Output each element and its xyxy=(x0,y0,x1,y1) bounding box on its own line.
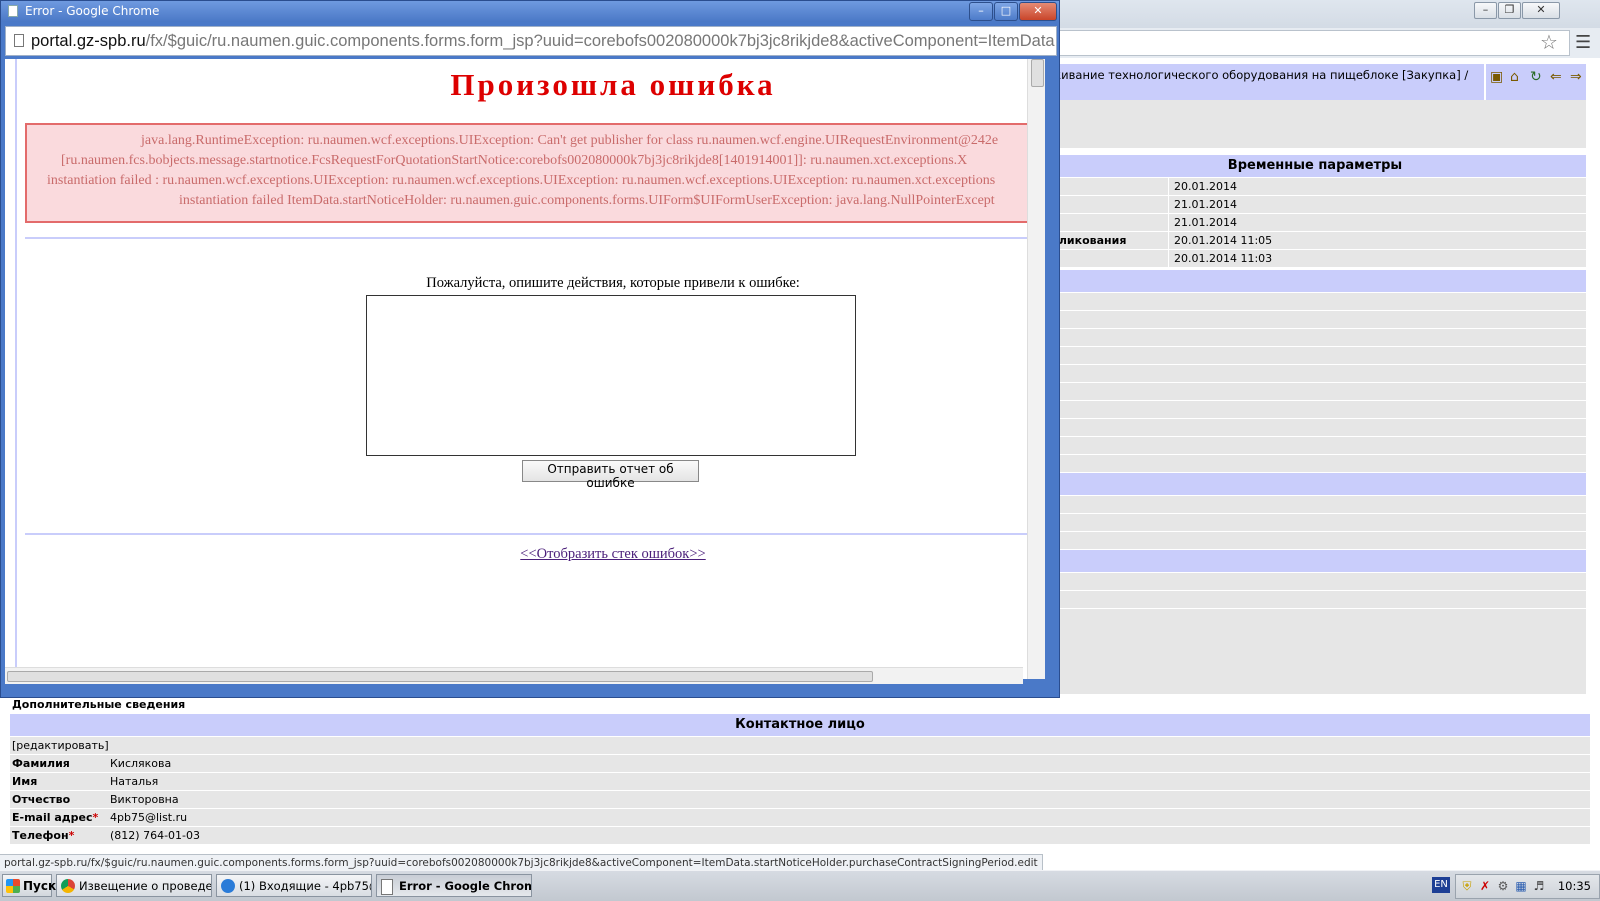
table-row xyxy=(1044,609,1586,695)
bg-restore-button[interactable]: ❐ xyxy=(1498,2,1521,19)
shield-icon[interactable]: ⛨ xyxy=(1460,879,1474,893)
section-band xyxy=(1044,270,1586,292)
speaker-icon[interactable]: ♬ xyxy=(1532,879,1546,893)
error-line: [ru.naumen.fcs.bobjects.message.startnot… xyxy=(61,153,968,168)
address-host: portal.gz-spb.ru xyxy=(31,32,146,50)
table-row xyxy=(1044,401,1586,419)
address-path: /fx/$guic/ru.naumen.guic.components.form… xyxy=(145,32,1057,50)
folder-icon[interactable]: ▣ xyxy=(1490,70,1504,84)
ie-icon xyxy=(221,879,235,893)
section-timing-header: Временные параметры xyxy=(1044,155,1586,177)
section-band xyxy=(1044,550,1586,572)
table-row xyxy=(1044,311,1586,329)
popup-address-bar[interactable]: portal.gz-spb.ru/fx/$guic/ru.naumen.guic… xyxy=(5,26,1057,56)
windows-logo-icon xyxy=(6,879,20,893)
divider xyxy=(25,533,1045,535)
bg-close-button[interactable]: ✕ xyxy=(1522,2,1560,19)
taskbar-item-active[interactable]: Error - Google Chrome xyxy=(376,874,532,897)
popup-close-button[interactable]: ✕ xyxy=(1019,2,1057,21)
contact-row: Отчество Викторовна xyxy=(10,791,1590,809)
table-row xyxy=(1044,347,1586,365)
popup-maximize-button[interactable]: □ xyxy=(994,2,1018,21)
error-heading: Произошла ошибка xyxy=(450,67,776,102)
popup-title: Error - Google Chrome xyxy=(25,4,160,18)
info-area xyxy=(1044,100,1586,148)
horizontal-scrollbar[interactable] xyxy=(5,667,1023,684)
popup-minimize-button[interactable]: – xyxy=(969,2,993,21)
table-row xyxy=(1044,383,1586,401)
section-band xyxy=(1044,473,1586,495)
table-row xyxy=(1044,293,1586,311)
home-icon[interactable]: ⌂ xyxy=(1510,70,1524,84)
error-description-textarea[interactable] xyxy=(366,295,856,456)
timing-row: 20.01.2014 11:03 xyxy=(1044,250,1586,268)
scrollbar-thumb[interactable] xyxy=(1031,59,1044,87)
forward-arrow-icon[interactable]: ⇒ xyxy=(1570,70,1584,84)
table-row xyxy=(1044,514,1586,532)
divider xyxy=(15,59,17,679)
show-stack-link[interactable]: <<Отобразить стек ошибок>> xyxy=(5,546,1045,563)
refresh-icon[interactable]: ↻ xyxy=(1530,70,1544,84)
contact-row: Имя Наталья xyxy=(10,773,1590,791)
additional-info-row: Дополнительные сведения xyxy=(10,696,1590,714)
taskbar-item[interactable]: Извещение о проведен... xyxy=(56,874,212,897)
table-row xyxy=(1044,573,1586,591)
language-indicator[interactable]: EN xyxy=(1432,877,1450,893)
taskbar: Пуск Извещение о проведен... (1) Входящи… xyxy=(0,870,1600,901)
clock[interactable]: 10:35 xyxy=(1558,875,1591,898)
chrome-menu-icon[interactable]: ☰ xyxy=(1575,32,1591,53)
divider xyxy=(25,237,1045,239)
contact-section: Дополнительные сведения Контактное лицо … xyxy=(10,696,1590,845)
error-line: instantiation failed : ru.naumen.wcf.exc… xyxy=(47,173,996,188)
table-row xyxy=(1044,532,1586,550)
edit-link[interactable]: [редактировать] xyxy=(12,737,109,754)
chrome-icon xyxy=(61,879,75,893)
scrollbar-thumb[interactable] xyxy=(7,671,873,682)
describe-label: Пожалуйста, опишите действия, которые пр… xyxy=(426,275,800,291)
antivirus-icon[interactable]: ✗ xyxy=(1478,879,1492,893)
bg-address-bar[interactable] xyxy=(1040,30,1570,56)
edit-link-row: [редактировать] xyxy=(10,737,1590,755)
taskbar-item[interactable]: (1) Входящие - 4pb75@... xyxy=(216,874,372,897)
vertical-scrollbar[interactable] xyxy=(1027,59,1045,679)
timing-row: 21.01.2014 xyxy=(1044,214,1586,232)
table-row xyxy=(1044,329,1586,347)
send-report-button[interactable]: Отправить отчет об ошибке xyxy=(522,460,699,490)
error-line: instantiation failed ItemData.startNotic… xyxy=(179,193,995,208)
page-icon xyxy=(14,34,24,47)
table-row xyxy=(1044,419,1586,437)
section-contact-header: Контактное лицо xyxy=(10,714,1590,737)
timing-row: убликования 20.01.2014 11:05 xyxy=(1044,232,1586,250)
nav-toolbar: ▣ ⌂ ↻ ⇐ ⇒ xyxy=(1486,64,1586,100)
popup-titlebar[interactable]: Error - Google Chrome – □ ✕ xyxy=(1,1,1059,22)
back-arrow-icon[interactable]: ⇐ xyxy=(1550,70,1564,84)
bg-minimize-button[interactable]: – xyxy=(1474,2,1497,19)
system-tray: ⛨ ✗ ⚙ ▦ ♬ 10:35 xyxy=(1455,874,1600,899)
bookmark-star-icon[interactable]: ☆ xyxy=(1540,30,1558,54)
network-icon[interactable]: ▦ xyxy=(1514,879,1528,893)
table-row xyxy=(1044,591,1586,609)
page-icon xyxy=(381,879,393,895)
start-button[interactable]: Пуск xyxy=(2,874,56,897)
breadcrumb: уживание технологического оборудования н… xyxy=(1044,64,1484,100)
contact-row: Телефон* (812) 764-01-03 xyxy=(10,827,1590,845)
table-row xyxy=(1044,437,1586,455)
contact-row: E-mail адрес* 4pb75@list.ru xyxy=(10,809,1590,827)
error-message-box: java.lang.RuntimeException: ru.naumen.wc… xyxy=(25,123,1045,223)
contact-row: Фамилия Кислякова xyxy=(10,755,1590,773)
table-row xyxy=(1044,455,1586,473)
popup-content: Произошла ошибка java.lang.RuntimeExcept… xyxy=(5,59,1045,679)
timing-row: 21.01.2014 xyxy=(1044,196,1586,214)
error-popup-window: Error - Google Chrome – □ ✕ portal.gz-sp… xyxy=(0,0,1060,698)
table-row xyxy=(1044,496,1586,514)
timing-row: 20.01.2014 xyxy=(1044,178,1586,196)
error-line: java.lang.RuntimeException: ru.naumen.wc… xyxy=(141,133,999,148)
settings-icon[interactable]: ⚙ xyxy=(1496,879,1510,893)
table-row xyxy=(1044,365,1586,383)
page-icon xyxy=(8,5,18,17)
